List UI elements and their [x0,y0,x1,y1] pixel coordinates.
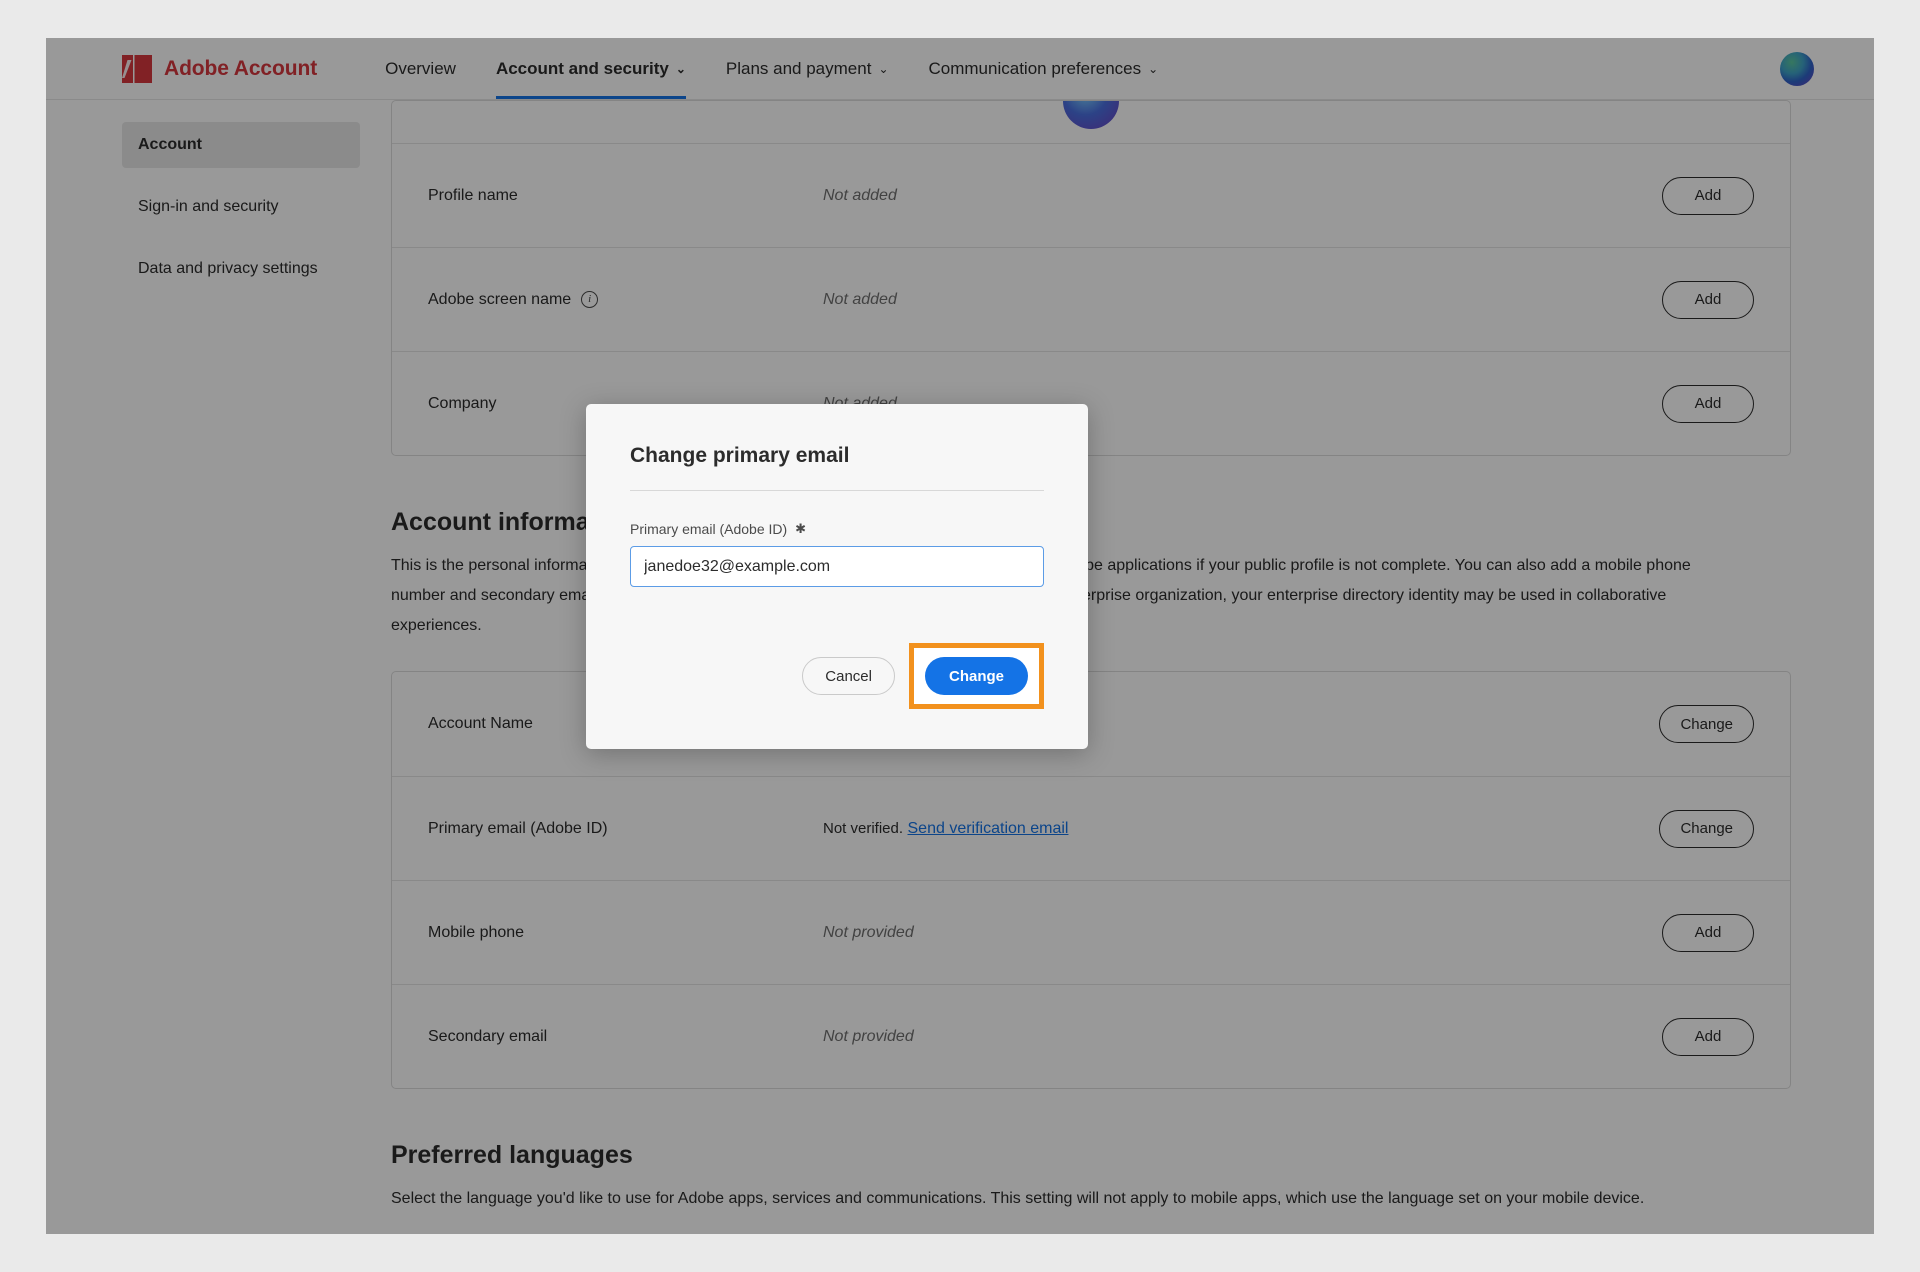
dialog-divider [630,490,1044,491]
dialog-title: Change primary email [630,444,850,467]
dialog-actions: Cancel Change [630,643,1044,709]
primary-email-input[interactable] [630,546,1044,587]
cancel-button[interactable]: Cancel [802,657,895,695]
required-asterisk-icon: ✱ [795,521,807,536]
submit-change-button[interactable]: Change [924,657,1028,695]
email-field-label: Primary email (Adobe ID) ✱ [630,521,1044,537]
adobe-account-page: Adobe Account Overview Account and secur… [46,38,1874,1234]
change-button-highlight: Change [908,643,1044,709]
change-primary-email-dialog: Change primary email Primary email (Adob… [586,404,1088,749]
email-field-label-text: Primary email (Adobe ID) [630,521,788,537]
